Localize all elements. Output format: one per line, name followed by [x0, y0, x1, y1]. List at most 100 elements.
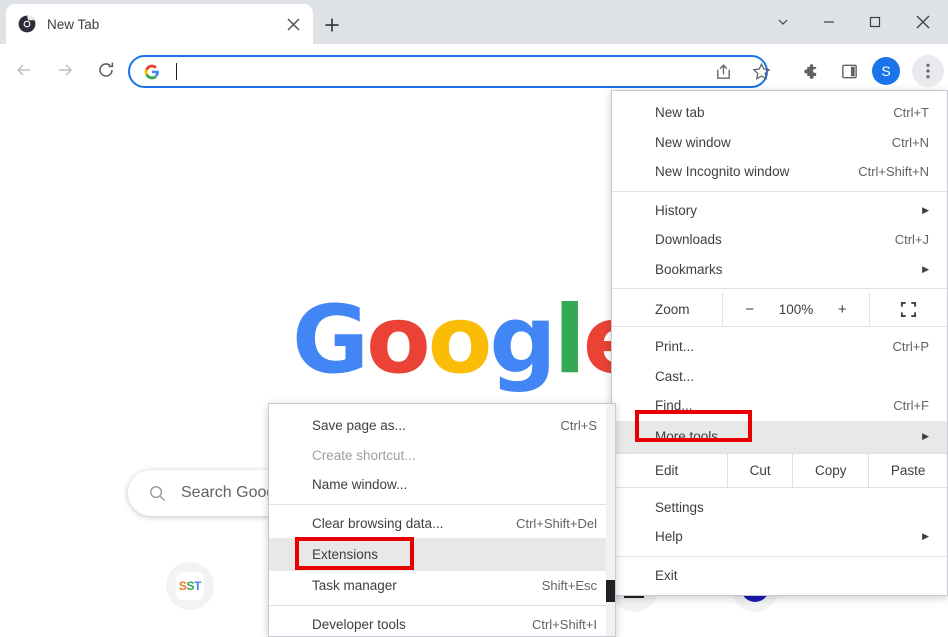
- chevron-right-icon: ▶: [922, 263, 929, 274]
- zoom-controls: − 100% +: [722, 293, 870, 326]
- zoom-percent: 100%: [778, 302, 814, 317]
- logo-letter: o: [366, 286, 431, 395]
- menu-item-settings[interactable]: Settings: [612, 493, 947, 523]
- avatar[interactable]: S: [872, 57, 900, 85]
- logo-letter: G: [292, 286, 369, 395]
- maximize-icon[interactable]: [852, 0, 898, 44]
- avatar-letter: S: [881, 63, 891, 79]
- close-window-icon[interactable]: [898, 0, 948, 44]
- copy-button[interactable]: Copy: [792, 453, 868, 487]
- side-panel-icon[interactable]: [833, 55, 865, 87]
- chevron-right-icon: ▶: [922, 204, 929, 215]
- menu-item-cast[interactable]: Cast...: [612, 362, 947, 392]
- browser-window: New Tab S Googl Search Google S S T New …: [0, 0, 948, 637]
- search-icon: [148, 484, 167, 503]
- menu-item-label: Create shortcut...: [312, 447, 416, 463]
- fullscreen-button[interactable]: [870, 293, 947, 326]
- menu-item-bookmarks[interactable]: Bookmarks ▶: [612, 255, 947, 285]
- zoom-in-button[interactable]: +: [835, 301, 849, 318]
- menu-item-help[interactable]: Help ▶: [612, 522, 947, 552]
- menu-item-label: Settings: [655, 499, 704, 515]
- menu-item-label: Cast...: [655, 368, 695, 384]
- menu-item-label: Extensions: [312, 547, 379, 562]
- tab-strip: New Tab: [0, 0, 948, 44]
- submenu-item-name-window[interactable]: Name window...: [269, 470, 615, 500]
- menu-item-accelerator: Ctrl+J: [894, 232, 929, 248]
- edit-label: Edit: [655, 462, 679, 478]
- submenu-scrollbar-thumb[interactable]: [606, 580, 615, 602]
- submenu-item-extensions[interactable]: Extensions: [269, 538, 615, 571]
- logo-letter: l: [553, 286, 586, 395]
- logo-letter: g: [489, 286, 556, 395]
- menu-item-label: Help: [655, 529, 683, 545]
- paste-button[interactable]: Paste: [868, 453, 947, 487]
- menu-item-label: Name window...: [312, 477, 408, 493]
- menu-item-accelerator: Ctrl+Shift+I: [531, 616, 597, 632]
- menu-separator: [612, 555, 947, 557]
- close-tab-icon[interactable]: [281, 12, 305, 36]
- submenu-item-task-manager[interactable]: Task manager Shift+Esc: [269, 571, 615, 601]
- zoom-row: Zoom − 100% +: [612, 293, 947, 326]
- menu-item-accelerator: Ctrl+S: [560, 418, 597, 434]
- minimize-icon[interactable]: [806, 0, 852, 44]
- window-controls: [760, 0, 948, 44]
- menu-separator: [269, 503, 615, 505]
- back-icon[interactable]: [7, 53, 41, 87]
- menu-item-accelerator: Ctrl+T: [893, 105, 929, 121]
- browser-tab[interactable]: New Tab: [6, 4, 313, 44]
- submenu-item-developer-tools[interactable]: Developer tools Ctrl+Shift+I: [269, 610, 615, 637]
- menu-item-label: New window: [655, 134, 731, 150]
- menu-item-label: Task manager: [312, 578, 397, 594]
- sst-letter: T: [194, 579, 202, 593]
- sst-letter: S: [178, 579, 187, 593]
- chevron-right-icon: ▶: [922, 531, 929, 542]
- menu-item-label: Downloads: [655, 232, 722, 248]
- sst-icon: SST: [176, 572, 204, 600]
- zoom-out-button[interactable]: −: [743, 301, 757, 318]
- menu-item-downloads[interactable]: Downloads Ctrl+J: [612, 225, 947, 255]
- share-icon[interactable]: [707, 55, 739, 87]
- menu-item-history[interactable]: History ▶: [612, 196, 947, 226]
- extensions-puzzle-icon[interactable]: [793, 55, 825, 87]
- menu-item-accelerator: Ctrl+P: [892, 339, 929, 355]
- google-wordmark: Google: [292, 294, 647, 388]
- menu-item-label: Bookmarks: [655, 261, 723, 277]
- shortcut-tile-sst[interactable]: SST: [166, 562, 214, 610]
- menu-separator: [612, 288, 947, 289]
- menu-item-label: Find...: [655, 398, 693, 414]
- chrome-menu-button[interactable]: [912, 55, 944, 87]
- menu-item-print[interactable]: Print... Ctrl+P: [612, 332, 947, 362]
- logo-letter: o: [427, 286, 493, 395]
- menu-item-label: Save page as...: [312, 418, 406, 434]
- menu-item-new-tab[interactable]: New tab Ctrl+T: [612, 98, 947, 128]
- menu-item-new-incognito-window[interactable]: New Incognito window Ctrl+Shift+N: [612, 157, 947, 187]
- menu-separator: [612, 190, 947, 192]
- tab-title: New Tab: [47, 16, 100, 32]
- zoom-label: Zoom: [655, 302, 690, 317]
- new-tab-icon[interactable]: [318, 11, 346, 39]
- chrome-favicon-icon: [18, 15, 36, 33]
- menu-item-more-tools[interactable]: More tools ▶: [612, 420, 947, 453]
- chevron-down-icon[interactable]: [760, 0, 806, 44]
- menu-separator: [269, 604, 615, 606]
- chrome-main-menu: New tab Ctrl+T New window Ctrl+N New Inc…: [611, 90, 948, 596]
- menu-item-label: Developer tools: [312, 616, 406, 632]
- submenu-item-create-shortcut: Create shortcut...: [269, 441, 615, 471]
- reload-icon[interactable]: [89, 53, 123, 87]
- bookmark-star-icon[interactable]: [745, 55, 777, 87]
- submenu-scrollbar-track[interactable]: [606, 404, 615, 636]
- forward-icon[interactable]: [48, 53, 82, 87]
- menu-item-label: New Incognito window: [655, 164, 790, 180]
- menu-item-find[interactable]: Find... Ctrl+F: [612, 391, 947, 421]
- menu-item-exit[interactable]: Exit: [612, 561, 947, 591]
- submenu-item-save-page-as[interactable]: Save page as... Ctrl+S: [269, 411, 615, 441]
- chevron-right-icon: ▶: [922, 431, 929, 441]
- text-cursor: [176, 63, 177, 80]
- menu-item-new-window[interactable]: New window Ctrl+N: [612, 128, 947, 158]
- menu-item-label: Exit: [655, 567, 678, 583]
- menu-item-label: Clear browsing data...: [312, 515, 444, 531]
- cut-button[interactable]: Cut: [727, 453, 792, 487]
- address-bar[interactable]: [128, 55, 768, 88]
- submenu-item-clear-browsing-data[interactable]: Clear browsing data... Ctrl+Shift+Del: [269, 509, 615, 539]
- menu-item-label: More tools: [655, 429, 719, 444]
